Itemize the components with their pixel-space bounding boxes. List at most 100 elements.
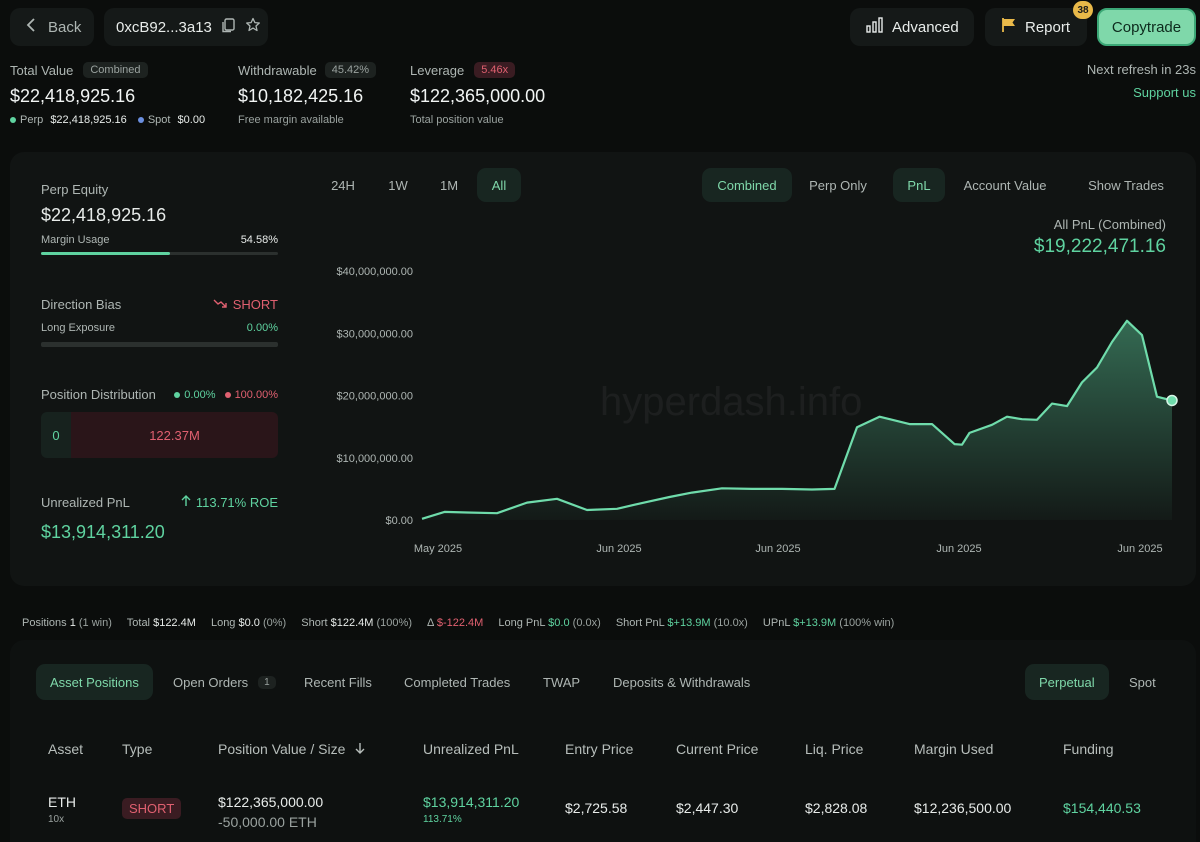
chevron-left-icon [26,18,36,36]
total-value-label: Total Value [10,62,74,78]
tab-spot[interactable]: Spot [1115,664,1170,700]
leverage-stat: Leverage 5.46x $122,365,000.00 Total pos… [410,62,545,126]
tab-open-orders[interactable]: Open Orders 1 [159,664,290,700]
tab-open-orders-label: Open Orders [173,674,249,690]
x-tick-label: Jun 2025 [755,543,800,555]
direction-bias-label: Direction Bias [41,297,122,312]
positions-summary: Positions 1 (1 win) Total $122.4M Long $… [22,617,894,629]
unrealized-pnl-value: $13,914,311.20 [41,522,165,542]
flag-icon [1001,17,1017,37]
col-current-price[interactable]: Current Price [676,741,758,757]
long-dot-icon [174,391,181,398]
tab-recent-fills[interactable]: Recent Fills [290,664,386,700]
long-note: (0%) [262,617,287,629]
upnl-value: $+13.9M [793,617,837,629]
perp-value: $22,418,925.16 [50,114,127,126]
spot-dot-icon [137,117,144,124]
pnl-title: All PnL (Combined) [1053,217,1166,232]
tab-deposits-withdrawals[interactable]: Deposits & Withdrawals [599,664,764,700]
pnl-chart[interactable]: $0.00 $10,000,000.00 $20,000,000.00 $30,000… [300,255,1190,565]
metric-pnl[interactable]: PnL [893,168,945,202]
scope-perp-only[interactable]: Perp Only [797,168,879,202]
upnl-label: UPnL [762,617,791,629]
x-tick-label: Jun 2025 [1117,543,1162,555]
margin-usage-fill [41,252,171,255]
margin-usage-value: 54.58% [240,234,278,246]
short-amount-summary: $122.4M [330,617,374,629]
col-liq-price[interactable]: Liq. Price [805,741,863,757]
wallet-address[interactable]: 0xcB92...3a13 [104,8,268,46]
advanced-button[interactable]: Advanced [850,8,974,46]
report-label: Report [1025,18,1071,36]
support-link[interactable]: Support us [1087,85,1196,100]
range-1w[interactable]: 1W [377,168,419,202]
pnl-end-point[interactable] [1166,394,1178,407]
total-label: Total [126,617,151,629]
address-text: 0xcB92...3a13 [116,18,212,36]
total-value: $22,418,925.16 [10,86,136,106]
row-asset[interactable]: ETH [48,794,76,810]
margin-usage-label: Margin Usage [41,234,110,246]
show-trades-toggle[interactable]: Show Trades [1080,168,1172,202]
total-amount: $122.4M [153,617,196,629]
x-tick-label: Jun 2025 [596,543,641,555]
tab-completed-trades[interactable]: Completed Trades [390,664,524,700]
range-1m[interactable]: 1M [428,168,470,202]
col-type[interactable]: Type [122,741,152,757]
withdrawable-label: Withdrawable [238,62,317,78]
margin-usage-bar [41,252,278,255]
tab-asset-positions[interactable]: Asset Positions [36,664,153,700]
row-upnl-pct: 113.71% [423,814,462,825]
withdrawable-tag: 45.42% [324,62,377,78]
short-dot-icon [224,391,231,398]
trend-down-icon [213,297,227,312]
col-margin-used[interactable]: Margin Used [914,741,993,757]
row-current-price: $2,447.30 [676,800,739,816]
star-icon[interactable] [245,17,261,37]
short-amount: 122.37M [71,412,278,458]
position-dist-label: Position Distribution [41,387,156,402]
withdrawable-stat: Withdrawable 45.42% $10,182,425.16 Free … [238,62,377,126]
col-unrealized-pnl[interactable]: Unrealized PnL [423,741,519,757]
copytrade-button[interactable]: Copytrade [1097,8,1196,46]
long-amount: 0 [41,412,71,458]
range-all[interactable]: All [477,168,521,202]
long-pnl-value: $0.0 [548,617,570,629]
report-button[interactable]: Report [985,8,1087,46]
back-button[interactable]: Back [10,8,94,46]
col-position-value[interactable]: Position Value / Size [218,741,365,757]
back-label: Back [48,18,82,36]
tab-perpetual[interactable]: Perpetual [1025,664,1109,700]
open-orders-badge: 1 [258,675,276,689]
perp-equity-label: Perp Equity [41,182,109,197]
col-position-value-label: Position Value / Size [218,741,346,757]
perp-label: Perp [20,114,44,126]
range-24h[interactable]: 24H [322,168,364,202]
row-liq-price: $2,828.08 [805,800,868,816]
leverage-value: $122,365,000.00 [410,86,546,106]
short-pnl-value: $+13.9M [667,617,711,629]
metric-account-value[interactable]: Account Value [953,168,1057,202]
positions-note: (1 win) [78,617,112,629]
row-type-badge: SHORT [122,798,182,819]
bar-chart-icon [866,17,884,37]
tab-twap[interactable]: TWAP [529,664,594,700]
combined-tag: Combined [83,62,148,78]
long-pnl-label: Long PnL [498,617,546,629]
withdrawable-value: $10,182,425.16 [238,86,364,106]
perp-dot-icon [10,117,16,124]
col-entry-price[interactable]: Entry Price [565,741,633,757]
leverage-tag: 5.46x [474,62,516,78]
col-asset[interactable]: Asset [48,741,83,757]
perp-equity-block: Perp Equity $22,418,925.16 Margin Usage … [41,182,278,255]
copy-icon[interactable] [222,17,235,37]
total-value-stat: Total Value Combined $22,418,925.16 Perp… [10,62,205,126]
distribution-bar: 0 122.37M [41,412,278,458]
leverage-sub: Total position value [410,114,504,126]
unrealized-pnl-block: Unrealized PnL 113.71% ROE $13,914,311.2… [41,495,278,543]
scope-combined[interactable]: Combined [702,168,792,202]
direction-bias-block: Direction Bias SHORT Long Exposure 0.00% [41,297,278,347]
y-tick-label: $20,000,000.00 [337,391,413,403]
short-pct: 100.00% [234,388,278,401]
col-funding[interactable]: Funding [1063,741,1114,757]
